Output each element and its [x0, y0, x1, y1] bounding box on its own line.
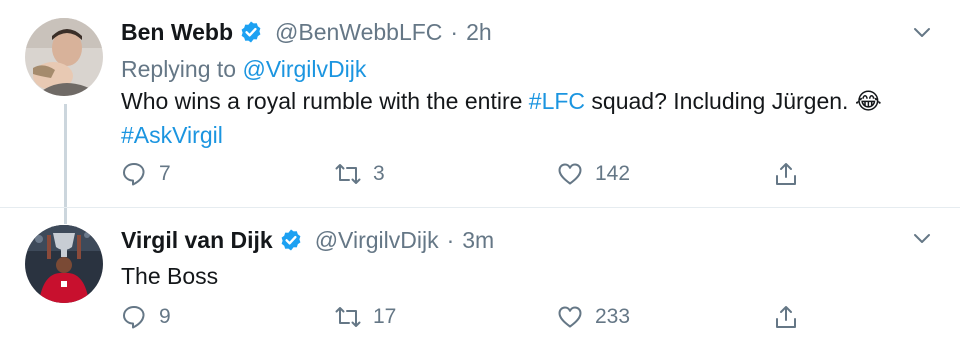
tweet-actions: 7 3 142	[121, 161, 821, 189]
like-button[interactable]: 142	[557, 161, 630, 187]
tweet-text: The Boss	[121, 260, 921, 293]
timestamp[interactable]: 3m	[462, 226, 494, 254]
laughing-crying-emoji: 😂	[854, 89, 882, 115]
author-handle[interactable]: @VirgilvDijk	[315, 226, 439, 254]
reply-button[interactable]: 9	[121, 304, 171, 330]
retweet-icon	[335, 307, 361, 327]
like-icon	[558, 163, 582, 185]
tweet-virgil-van-dijk[interactable]: Virgil van Dijk @VirgilvDijk · 3m The Bo…	[0, 208, 960, 350]
tweet-text-part: Who wins a royal rumble with the entire	[121, 88, 529, 114]
avatar[interactable]	[25, 18, 103, 96]
replying-to: Replying to @VirgilvDijk	[121, 55, 366, 83]
like-icon	[558, 306, 582, 328]
author-handle[interactable]: @BenWebbLFC	[275, 18, 442, 46]
separator-dot: ·	[446, 227, 455, 253]
replying-prefix: Replying to	[121, 56, 243, 82]
reply-count: 9	[159, 305, 171, 328]
like-count: 233	[595, 305, 631, 328]
retweet-button[interactable]: 17	[335, 304, 396, 330]
timestamp[interactable]: 2h	[466, 18, 492, 46]
share-button[interactable]	[773, 161, 799, 187]
reply-icon	[123, 306, 145, 329]
tweet-actions: 9 17 233	[121, 304, 821, 332]
retweet-icon	[335, 164, 361, 184]
reply-button[interactable]: 7	[121, 161, 171, 187]
verified-badge-icon	[281, 229, 301, 251]
like-button[interactable]: 233	[557, 304, 630, 330]
chevron-down-icon[interactable]	[912, 228, 932, 248]
reply-icon	[123, 163, 145, 186]
author-name[interactable]: Virgil van Dijk	[121, 226, 273, 254]
tweet-text-part: The Boss	[121, 263, 219, 289]
reply-count: 7	[159, 162, 171, 185]
avatar[interactable]	[25, 225, 103, 303]
like-count: 142	[595, 162, 631, 185]
tweet-text: Who wins a royal rumble with the entire …	[121, 85, 921, 152]
replying-to-link[interactable]: @VirgilvDijk	[242, 56, 366, 82]
share-button[interactable]	[773, 304, 799, 330]
retweet-count: 17	[373, 305, 397, 328]
retweet-button[interactable]: 3	[335, 161, 385, 187]
author-name[interactable]: Ben Webb	[121, 18, 233, 46]
tweet-ben-webb[interactable]: Ben Webb @BenWebbLFC · 2h Replying to @V…	[0, 0, 960, 208]
hashtag-askvirgil[interactable]: #AskVirgil	[121, 122, 223, 148]
verified-badge-icon	[241, 21, 261, 43]
share-icon	[776, 163, 796, 185]
separator-dot: ·	[450, 19, 459, 45]
retweet-count: 3	[373, 162, 385, 185]
tweet-text-part: squad? Including Jürgen.	[585, 88, 855, 114]
chevron-down-icon[interactable]	[912, 22, 932, 42]
share-icon	[776, 306, 796, 328]
hashtag-lfc[interactable]: #LFC	[529, 88, 585, 114]
